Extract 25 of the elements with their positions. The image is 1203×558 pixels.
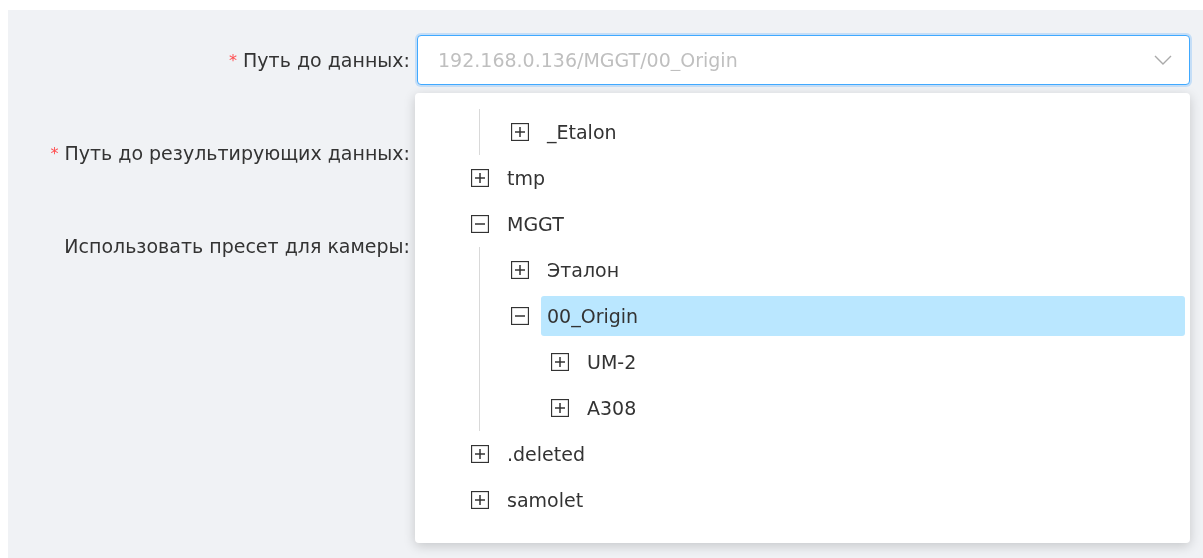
tree-item[interactable]: MGGT bbox=[501, 204, 570, 244]
field-label: Использовать пресет для камеры: bbox=[64, 235, 410, 257]
field-label: Путь до данных: bbox=[243, 49, 410, 71]
tree-item[interactable]: tmp bbox=[501, 158, 552, 198]
required-mark: * bbox=[50, 143, 59, 163]
expand-icon[interactable] bbox=[551, 353, 569, 371]
required-mark: * bbox=[229, 50, 238, 70]
expand-icon[interactable] bbox=[511, 261, 529, 279]
tree-item[interactable]: _Etalon bbox=[541, 112, 623, 152]
tree-item[interactable]: Эталон bbox=[541, 250, 626, 290]
collapse-icon[interactable] bbox=[511, 307, 529, 325]
tree-item[interactable]: samolet bbox=[501, 480, 590, 520]
tree-item[interactable]: A308 bbox=[581, 388, 643, 428]
tree-item[interactable]: UM-2 bbox=[581, 342, 643, 382]
field-label: Путь до результирующих данных: bbox=[64, 142, 410, 164]
expand-icon[interactable] bbox=[511, 123, 529, 141]
chevron-down-icon bbox=[1154, 55, 1172, 65]
tree-item[interactable]: 00_Origin bbox=[541, 296, 1185, 336]
expand-icon[interactable] bbox=[551, 399, 569, 417]
path-select[interactable]: 192.168.0.136/MGGT/00_Origin bbox=[417, 35, 1190, 85]
collapse-icon[interactable] bbox=[471, 215, 489, 233]
expand-icon[interactable] bbox=[471, 445, 489, 463]
tree-item[interactable]: .deleted bbox=[501, 434, 591, 474]
expand-icon[interactable] bbox=[471, 169, 489, 187]
expand-icon[interactable] bbox=[471, 491, 489, 509]
